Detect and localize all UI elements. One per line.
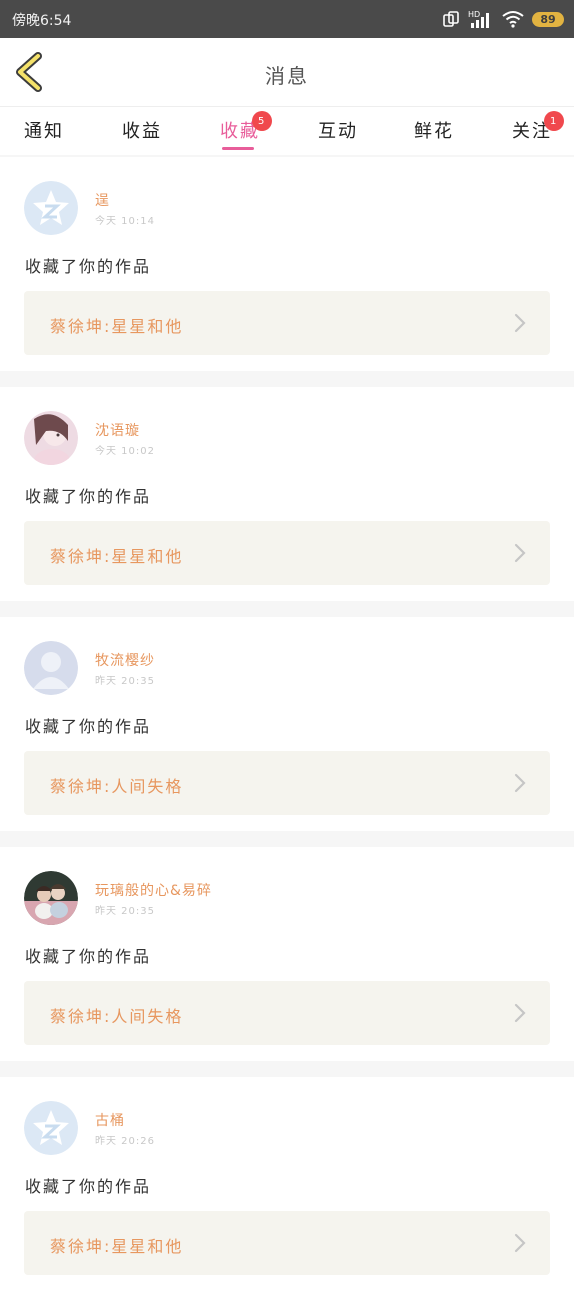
tab-label: 通知: [24, 121, 64, 142]
action-text: 收藏了你的作品: [25, 1177, 152, 1196]
timestamp: 今天 10:14: [95, 216, 155, 227]
qq-default-avatar-icon: [24, 181, 78, 235]
list-item: 沈语璇 今天 10:02 收藏了你的作品 蔡徐坤:星星和他: [0, 387, 574, 601]
avatar[interactable]: [24, 411, 78, 465]
user-name[interactable]: 逞: [95, 190, 110, 210]
app-header: 消息: [0, 38, 574, 107]
action-text: 收藏了你的作品: [25, 947, 152, 966]
tab-notifications[interactable]: 通知: [24, 117, 64, 143]
tab-follows[interactable]: 关注 1: [512, 111, 565, 143]
user-name[interactable]: 玩璃般的心&易碎: [95, 880, 212, 900]
girl-photo-avatar-icon: [24, 411, 78, 465]
tab-bar: 通知 收益 收藏 5 互动 鲜花 关注 1: [0, 107, 574, 155]
couple-photo-avatar-icon: [24, 871, 78, 925]
status-icons: HD 89: [442, 8, 564, 30]
avatar[interactable]: [24, 181, 78, 235]
chevron-right-icon: [514, 773, 526, 793]
action-text: 收藏了你的作品: [25, 257, 152, 276]
action-text: 收藏了你的作品: [25, 487, 152, 506]
timestamp: 昨天 20:26: [95, 1136, 155, 1147]
battery-indicator: 89: [532, 11, 564, 27]
favorites-count-badge: 5: [252, 111, 273, 131]
work-title: 蔡徐坤:星星和他: [50, 547, 184, 566]
list-item: 牧流樱纱 昨天 20:35 收藏了你的作品 蔡徐坤:人间失格: [0, 617, 574, 831]
battery-level: 89: [540, 12, 556, 26]
chevron-right-icon: [514, 1003, 526, 1023]
user-name[interactable]: 古桶: [95, 1110, 125, 1130]
status-bar: 傍晚6:54 HD 89: [0, 0, 574, 38]
timestamp: 今天 10:02: [95, 446, 155, 457]
work-link[interactable]: 蔡徐坤:星星和他: [24, 1211, 550, 1275]
timestamp: 昨天 20:35: [95, 676, 155, 687]
work-link[interactable]: 蔡徐坤:星星和他: [24, 521, 550, 585]
default-person-avatar-icon: [24, 641, 78, 695]
work-title: 蔡徐坤:人间失格: [50, 777, 184, 796]
tab-label: 鲜花: [414, 121, 454, 142]
qq-default-avatar-icon: [24, 1101, 78, 1155]
dual-screen-icon: [443, 11, 459, 27]
chevron-right-icon: [514, 543, 526, 563]
tab-label: 收益: [122, 121, 162, 142]
timestamp: 昨天 20:35: [95, 906, 155, 917]
chevron-right-icon: [514, 1233, 526, 1253]
work-title: 蔡徐坤:星星和他: [50, 317, 184, 336]
tab-flowers[interactable]: 鲜花: [414, 117, 454, 143]
tab-interactions[interactable]: 互动: [318, 117, 358, 143]
tab-label: 互动: [318, 121, 358, 142]
action-text: 收藏了你的作品: [25, 717, 152, 736]
avatar[interactable]: [24, 871, 78, 925]
wifi-icon: [502, 11, 524, 28]
work-title: 蔡徐坤:人间失格: [50, 1007, 184, 1026]
chevron-right-icon: [514, 313, 526, 333]
work-link[interactable]: 蔡徐坤:人间失格: [24, 981, 550, 1045]
work-link[interactable]: 蔡徐坤:人间失格: [24, 751, 550, 815]
tab-favorites[interactable]: 收藏 5: [220, 111, 273, 143]
user-name[interactable]: 牧流樱纱: [95, 650, 155, 670]
network-label: HD: [468, 10, 480, 19]
list-item: 逞 今天 10:14 收藏了你的作品 蔡徐坤:星星和他: [0, 157, 574, 371]
tab-earnings[interactable]: 收益: [122, 117, 162, 143]
avatar[interactable]: [24, 1101, 78, 1155]
active-tab-indicator: [222, 147, 254, 150]
page-title: 消息: [265, 64, 309, 88]
work-title: 蔡徐坤:星星和他: [50, 1237, 184, 1256]
avatar[interactable]: [24, 641, 78, 695]
work-link[interactable]: 蔡徐坤:星星和他: [24, 291, 550, 355]
status-time: 傍晚6:54: [12, 13, 72, 29]
list-item: 玩璃般的心&易碎 昨天 20:35 收藏了你的作品 蔡徐坤:人间失格: [0, 847, 574, 1061]
follows-count-badge: 1: [544, 111, 565, 131]
signal-icon: HD: [468, 10, 489, 28]
list-item: 古桶 昨天 20:26 收藏了你的作品 蔡徐坤:星星和他: [0, 1077, 574, 1291]
user-name[interactable]: 沈语璇: [95, 420, 140, 440]
